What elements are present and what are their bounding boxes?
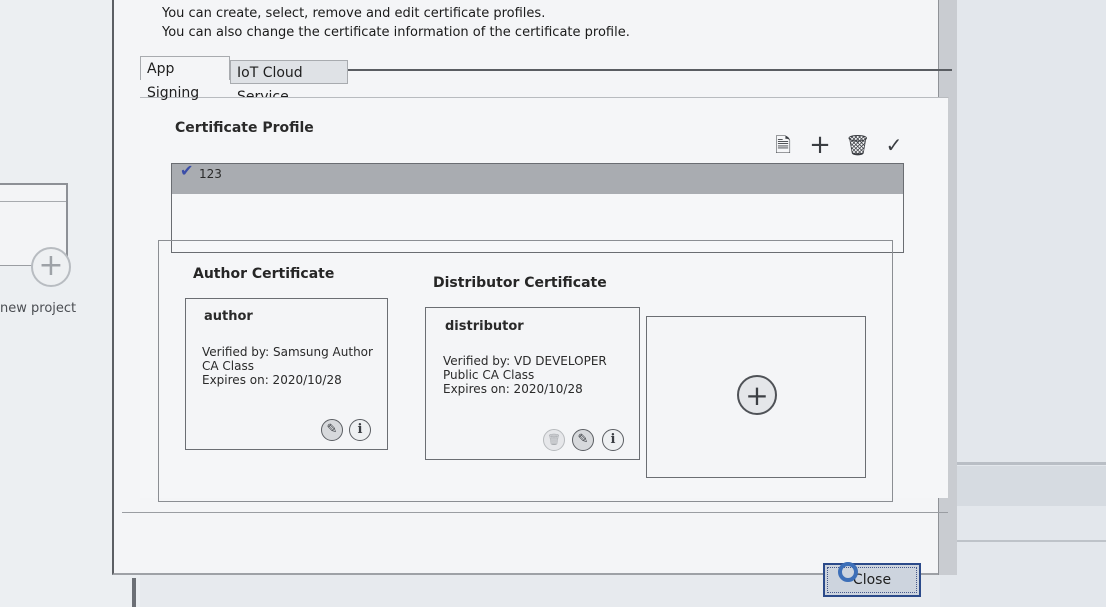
tab-app-signing[interactable]: App Signing xyxy=(140,56,230,101)
author-expires: Expires on: 2020/10/28 xyxy=(202,373,342,387)
divider xyxy=(940,540,1106,542)
distributor-expires: Expires on: 2020/10/28 xyxy=(443,382,583,396)
author-verified-by: Verified by: Samsung Author xyxy=(202,345,373,359)
author-certificate-title: Author Certificate xyxy=(193,266,335,282)
author-verified-class: CA Class xyxy=(202,359,254,373)
info-distributor-icon[interactable]: i xyxy=(602,429,624,451)
divider xyxy=(132,578,136,607)
description-line-1: You can create, select, remove and edit … xyxy=(162,6,546,21)
distributor-verified-class: Public CA Class xyxy=(443,368,535,382)
active-check-icon: ✔ xyxy=(180,161,194,180)
list-item[interactable]: ✔ 123 xyxy=(172,161,903,194)
add-icon[interactable]: + xyxy=(808,132,832,158)
divider xyxy=(940,462,1106,465)
add-distributor-icon[interactable]: + xyxy=(737,375,777,415)
distributor-certificate-card: distributor Verified by: VD DEVELOPER Pu… xyxy=(425,307,640,460)
edit-distributor-icon[interactable]: ✎ xyxy=(572,429,594,451)
distributor-verified-by: Verified by: VD DEVELOPER xyxy=(443,354,607,368)
ide-right-panel xyxy=(940,466,1106,506)
author-cert-info: Verified by: Samsung Author CA Class Exp… xyxy=(202,345,373,387)
import-icon[interactable]: 🗎 xyxy=(771,133,795,157)
trash-icon[interactable]: 🗑 xyxy=(845,133,870,157)
add-distributor-card[interactable]: + xyxy=(646,316,866,478)
new-project-label[interactable]: new project xyxy=(0,301,76,316)
tab-iot-cloud-service[interactable]: IoT Cloud Service xyxy=(230,60,348,105)
certificate-profile-label: Certificate Profile xyxy=(175,120,314,136)
distributor-cert-name: distributor xyxy=(445,319,524,334)
busy-cursor-icon xyxy=(838,562,858,582)
author-cert-name: author xyxy=(204,309,253,324)
dialog-description: You can create, select, remove and edit … xyxy=(162,4,630,42)
distributor-certificate-title: Distributor Certificate xyxy=(433,275,607,291)
check-icon[interactable]: ✓ xyxy=(882,133,906,157)
delete-distributor-icon[interactable]: 🗑 xyxy=(543,429,565,451)
distributor-cert-info: Verified by: VD DEVELOPER Public CA Clas… xyxy=(443,354,607,396)
profile-name: 123 xyxy=(199,167,222,181)
edit-author-icon[interactable]: ✎ xyxy=(321,419,343,441)
author-certificate-card: author Verified by: Samsung Author CA Cl… xyxy=(185,298,388,450)
info-author-icon[interactable]: i xyxy=(349,419,371,441)
new-project-plus-icon[interactable]: + xyxy=(31,247,71,287)
ide-background-right xyxy=(940,0,1106,607)
description-line-2: You can also change the certificate info… xyxy=(162,25,630,40)
